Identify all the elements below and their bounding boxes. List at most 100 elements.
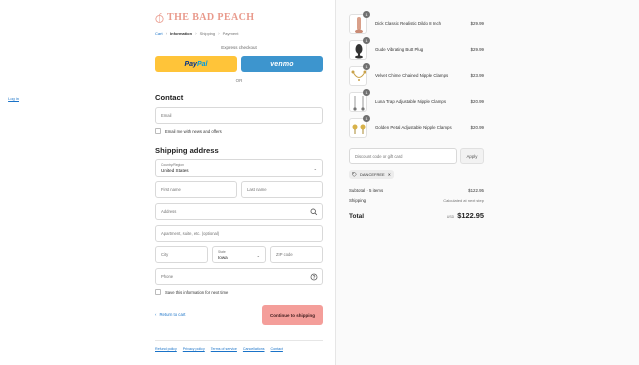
newsletter-option[interactable]: Email me with news and offers — [155, 128, 222, 134]
state-select[interactable]: State Iowa ⌄ — [212, 246, 266, 263]
item-name: Velvet Chime Chained Nipple Clamps — [375, 73, 449, 78]
email-placeholder: Email — [161, 113, 172, 118]
country-value: United States — [161, 168, 189, 173]
subtotal-value: $122.95 — [468, 188, 484, 193]
or-divider: OR — [235, 78, 243, 83]
item-name: Gude Vibrating Butt Plug — [375, 47, 424, 52]
discount-placeholder: Discount code or gift card — [355, 154, 403, 159]
total-amount: $122.95 — [457, 211, 484, 220]
venmo-button[interactable]: venmo — [241, 56, 323, 72]
item-price: $20.99 — [470, 125, 484, 130]
refund-policy-link[interactable]: Refund policy — [155, 347, 177, 351]
phone-placeholder: Phone — [161, 274, 174, 279]
return-to-cart-link[interactable]: ‹ Return to cart — [155, 312, 185, 317]
chevron-right-icon: › — [195, 31, 197, 36]
country-label: Country/Region — [161, 163, 184, 167]
save-info-label: Save this information for next time — [165, 289, 229, 295]
product-image — [353, 96, 365, 111]
cart-item: 1 Golden Petal Adjustable Nipple Clamps … — [349, 115, 484, 138]
cancellations-link[interactable]: Cancellations — [243, 347, 265, 351]
quantity-badge: 1 — [363, 63, 370, 70]
venmo-logo: venmo — [270, 60, 294, 68]
brand-logo[interactable]: THE BAD PEACH — [155, 12, 254, 23]
phone-field[interactable]: Phone — [155, 268, 323, 285]
paypal-button[interactable]: Pay Pal — [155, 56, 237, 72]
quantity-badge: 1 — [363, 11, 370, 18]
breadcrumb-cart[interactable]: Cart — [155, 31, 163, 36]
tag-icon — [352, 172, 357, 177]
chevron-left-icon: ‹ — [155, 312, 157, 317]
subtotal-label: Subtotal · 5 items — [349, 188, 384, 193]
help-icon[interactable] — [310, 273, 318, 281]
terms-of-service-link[interactable]: Terms of service — [211, 347, 237, 351]
item-price: $20.99 — [470, 99, 484, 104]
peach-logo-icon — [155, 12, 164, 23]
shipping-value: Calculated at next step — [443, 198, 484, 203]
city-placeholder: City — [161, 252, 169, 257]
total-value-group: USD $122.95 — [447, 211, 484, 220]
brand-name: THE BAD PEACH — [167, 12, 255, 23]
remove-discount-icon[interactable]: ✕ — [388, 172, 391, 177]
zip-field[interactable]: ZIP code — [270, 246, 323, 263]
country-select[interactable]: Country/Region United States ⌄ — [155, 159, 323, 177]
item-name: Luna Trap Adjustable Nipple Clamps — [375, 99, 447, 104]
login-link[interactable]: Log in — [8, 96, 19, 101]
discount-code: DANCEFREE — [360, 172, 385, 177]
email-field[interactable]: Email — [155, 107, 323, 124]
quantity-badge: 1 — [363, 115, 370, 122]
address-field[interactable]: Address — [155, 203, 323, 220]
return-to-cart-label: Return to cart — [159, 312, 186, 317]
breadcrumb-information: Information — [170, 31, 193, 36]
breadcrumb-shipping: Shipping — [199, 31, 216, 36]
search-icon — [310, 208, 318, 216]
currency-code: USD — [446, 215, 455, 219]
newsletter-checkbox[interactable] — [155, 128, 161, 134]
apply-discount-button[interactable]: Apply — [460, 148, 484, 164]
express-checkout-label: Express checkout — [221, 45, 257, 50]
discount-tag: DANCEFREE ✕ — [349, 170, 395, 179]
contact-link[interactable]: Contact — [271, 347, 283, 351]
footer-links: Refund policy Privacy policy Terms of se… — [155, 347, 283, 351]
city-field[interactable]: City — [155, 246, 208, 263]
product-image — [351, 70, 366, 81]
product-image — [355, 44, 363, 59]
first-name-field[interactable]: First name — [155, 181, 237, 198]
item-name: Dick Classic Realistic Dildo 8 Inch — [375, 21, 442, 26]
cart-item: 1 Velvet Chime Chained Nipple Clamps $23… — [349, 63, 484, 86]
cart-item: 1 Dick Classic Realistic Dildo 8 Inch $2… — [349, 11, 484, 34]
product-image — [352, 124, 366, 134]
chevron-down-icon: ⌄ — [313, 166, 317, 171]
contact-heading: Contact — [155, 93, 184, 102]
paypal-logo-part1: Pay — [184, 60, 197, 68]
cart-item: 1 Luna Trap Adjustable Nipple Clamps $20… — [349, 89, 484, 112]
address-placeholder: Address — [161, 209, 177, 214]
chevron-right-icon: › — [218, 31, 220, 36]
breadcrumb: Cart › Information › Shipping › Payment — [155, 31, 238, 36]
zip-placeholder: ZIP code — [276, 252, 293, 257]
chevron-right-icon: › — [165, 31, 168, 36]
total-row: Total USD $122.95 — [349, 211, 484, 220]
item-price: $23.99 — [470, 73, 484, 78]
last-name-placeholder: Last name — [247, 187, 267, 192]
shipping-row: Shipping Calculated at next step — [349, 198, 484, 203]
checkout-form-panel: THE BAD PEACH Cart › Information › Shipp… — [0, 0, 335, 365]
save-info-checkbox[interactable] — [155, 289, 161, 295]
subtotal-row: Subtotal · 5 items $122.95 — [349, 188, 484, 193]
cart-item: 1 Gude Vibrating Butt Plug $29.99 — [349, 37, 484, 60]
apartment-field[interactable]: Apartment, suite, etc. (optional) — [155, 225, 323, 242]
item-price: $29.99 — [470, 47, 484, 52]
item-name: Golden Petal Adjustable Nipple Clamps — [375, 125, 452, 130]
breadcrumb-payment: Payment — [222, 31, 239, 36]
last-name-field[interactable]: Last name — [241, 181, 323, 198]
footer-divider — [155, 340, 323, 341]
product-image — [355, 17, 363, 33]
save-info-option[interactable]: Save this information for next time — [155, 289, 228, 295]
quantity-badge: 1 — [363, 89, 370, 96]
total-label: Total — [349, 213, 365, 220]
privacy-policy-link[interactable]: Privacy policy — [183, 347, 205, 351]
discount-code-input[interactable]: Discount code or gift card — [349, 148, 457, 164]
continue-to-shipping-button[interactable]: Continue to shipping — [262, 305, 323, 325]
quantity-badge: 1 — [363, 37, 370, 44]
shipping-address-heading: Shipping address — [155, 146, 219, 155]
first-name-placeholder: First name — [161, 187, 181, 192]
